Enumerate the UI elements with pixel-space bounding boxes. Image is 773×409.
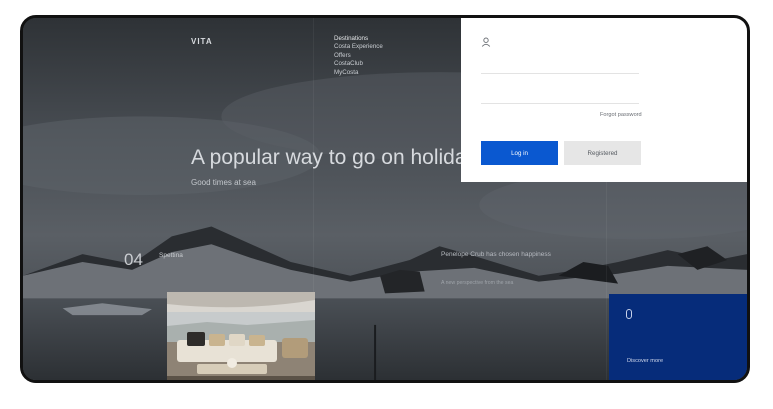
login-button[interactable]: Log in — [481, 141, 558, 165]
register-button[interactable]: Registered — [564, 141, 641, 165]
hero-subline: Good times at sea — [191, 178, 256, 187]
feature-label[interactable]: Spettina — [159, 252, 183, 259]
nav-item-mycosta[interactable]: MyCosta — [334, 69, 383, 77]
lounge-photo-image — [167, 292, 315, 380]
nav-item-costa-experience[interactable]: Costa Experience — [334, 43, 383, 51]
map-pin-icon — [626, 309, 632, 319]
lounge-photo[interactable] — [167, 292, 315, 380]
brand-logo[interactable]: VITA — [191, 37, 213, 46]
main-nav: Destinations Costa Experience Offers Cos… — [334, 35, 383, 77]
nav-item-offers[interactable]: Offers — [334, 52, 383, 60]
promo-title[interactable]: Penelope Crub has chosen happiness — [441, 251, 551, 259]
discover-card[interactable]: Discover more — [609, 294, 747, 380]
feature-number: 04 — [124, 250, 143, 269]
user-icon — [481, 37, 491, 47]
nav-item-destinations[interactable]: Destinations — [334, 35, 383, 43]
discover-more-link[interactable]: Discover more — [627, 358, 663, 364]
login-panel: Forgot password Log in Registered — [461, 18, 747, 182]
promo-subtitle: A new perspective from the sea — [441, 280, 514, 286]
password-field[interactable] — [481, 89, 639, 104]
username-field[interactable] — [481, 59, 639, 74]
browser-frame: VITA Destinations Costa Experience Offer… — [20, 15, 750, 383]
nav-item-costaclub[interactable]: CostaClub — [334, 60, 383, 68]
forgot-password-link[interactable]: Forgot password — [600, 112, 642, 118]
hero-headline: A popular way to go on holida — [191, 146, 467, 169]
